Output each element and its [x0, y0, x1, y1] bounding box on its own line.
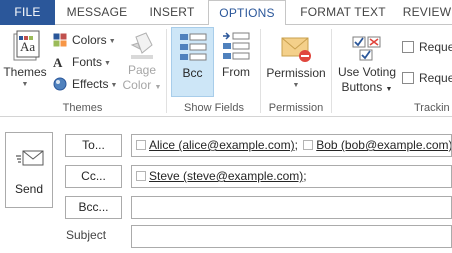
show-bcc-button[interactable]: Bcc [171, 27, 214, 97]
effects-label: Effects [72, 77, 109, 91]
tab-review[interactable]: REVIEW [398, 0, 452, 25]
bcc-field[interactable] [131, 196, 452, 219]
bcc-button[interactable]: Bcc... [65, 196, 122, 219]
permission-label: Permission [266, 66, 326, 80]
chevron-down-icon: ▼ [104, 60, 111, 67]
themes-icon: Aa [13, 30, 40, 61]
recipient-name: Alice (alice@example.com) [149, 138, 295, 152]
recipient-name: Steve (steve@example.com) [149, 169, 304, 183]
envelope-restricted-icon [281, 37, 311, 62]
group-divider [166, 29, 167, 113]
cc-field[interactable]: Steve (steve@example.com); [131, 165, 452, 188]
checkbox-box [136, 171, 146, 181]
from-label: From [222, 65, 250, 79]
group-label-show-fields: Show Fields [184, 102, 244, 114]
effects-icon [53, 77, 67, 91]
themes-label: Themes [3, 65, 47, 79]
checkbox-box [402, 41, 414, 53]
request-delivery-receipt-checkbox[interactable]: Reque [402, 40, 452, 54]
voting-checkbox-icon [352, 36, 381, 61]
fonts-label: Fonts [72, 55, 103, 69]
to-button[interactable]: To... [65, 134, 122, 157]
colors-label: Colors [72, 33, 107, 47]
group-label-permission: Permission [268, 102, 324, 114]
send-label: Send [14, 182, 44, 196]
request-read-receipt-checkbox[interactable]: Reque [402, 71, 452, 85]
group-label-tracking: Trackin [414, 102, 450, 114]
colors-icon [53, 33, 67, 47]
recipient-chip[interactable]: Alice (alice@example.com); [136, 135, 300, 156]
fonts-icon: A [53, 55, 63, 69]
effects-button[interactable]: Effects ▼ [52, 74, 117, 94]
recipient-name: Bob (bob@example.com) [316, 138, 452, 152]
checkbox-box [402, 72, 414, 84]
use-voting-buttons-button[interactable]: Use Voting Buttons ▼ [334, 27, 400, 97]
group-divider [260, 29, 261, 113]
chevron-down-icon: ▼ [108, 38, 116, 45]
send-button[interactable]: Send [5, 132, 53, 208]
to-field[interactable]: Alice (alice@example.com); Bob (bob@exam… [131, 134, 452, 157]
permission-button[interactable]: Permission ▼ [263, 27, 329, 90]
chevron-down-icon: ▼ [292, 82, 300, 89]
show-from-button[interactable]: From [217, 27, 255, 80]
tab-format-text[interactable]: FORMAT TEXT [294, 0, 392, 25]
request-read-label: Reque [419, 71, 452, 85]
tab-file[interactable]: FILE [0, 0, 55, 25]
checkbox-box [136, 140, 146, 150]
ribbon: Aa Themes ▼ Colors▼ A Fonts▼ Effects▼ [0, 25, 452, 117]
page-color-label-line2: Color ▼ [122, 78, 162, 92]
tab-message[interactable]: MESSAGE [61, 0, 133, 25]
subject-label: Subject [66, 228, 107, 242]
page-color-label-line1: Page [127, 63, 157, 77]
tab-insert[interactable]: INSERT [141, 0, 203, 25]
colors-button[interactable]: Colors ▼ [52, 30, 116, 50]
recipient-chip[interactable]: Bob (bob@example.com); [303, 135, 452, 156]
subject-field[interactable] [131, 225, 452, 248]
group-divider [331, 29, 332, 113]
recipient-chip[interactable]: Steve (steve@example.com); [136, 166, 309, 187]
chevron-down-icon: ▼ [21, 81, 29, 88]
svg-text:Aa: Aa [20, 39, 35, 54]
request-delivery-label: Reque [419, 40, 452, 54]
tab-options[interactable]: OPTIONS [208, 0, 286, 26]
cc-button[interactable]: Cc... [65, 165, 122, 188]
bcc-field-icon [179, 33, 206, 61]
bcc-label: Bcc [182, 66, 203, 80]
fonts-button[interactable]: A Fonts ▼ [52, 52, 111, 72]
checkbox-box [303, 140, 314, 150]
group-label-themes: Themes [62, 102, 103, 114]
page-color-button[interactable]: Page Color ▼ [121, 27, 163, 95]
themes-button[interactable]: Aa Themes ▼ [2, 27, 48, 89]
chevron-down-icon: ▼ [110, 82, 118, 89]
voting-label-line2: Buttons ▼ [341, 80, 393, 94]
svg-text:A: A [53, 55, 63, 69]
send-envelope-icon [16, 150, 44, 166]
from-field-icon [223, 32, 250, 60]
voting-label-line1: Use Voting [337, 65, 397, 79]
paint-bucket-icon [130, 32, 153, 59]
ribbon-tab-bar: FILE MESSAGE INSERT OPTIONS FORMAT TEXT … [0, 0, 452, 26]
